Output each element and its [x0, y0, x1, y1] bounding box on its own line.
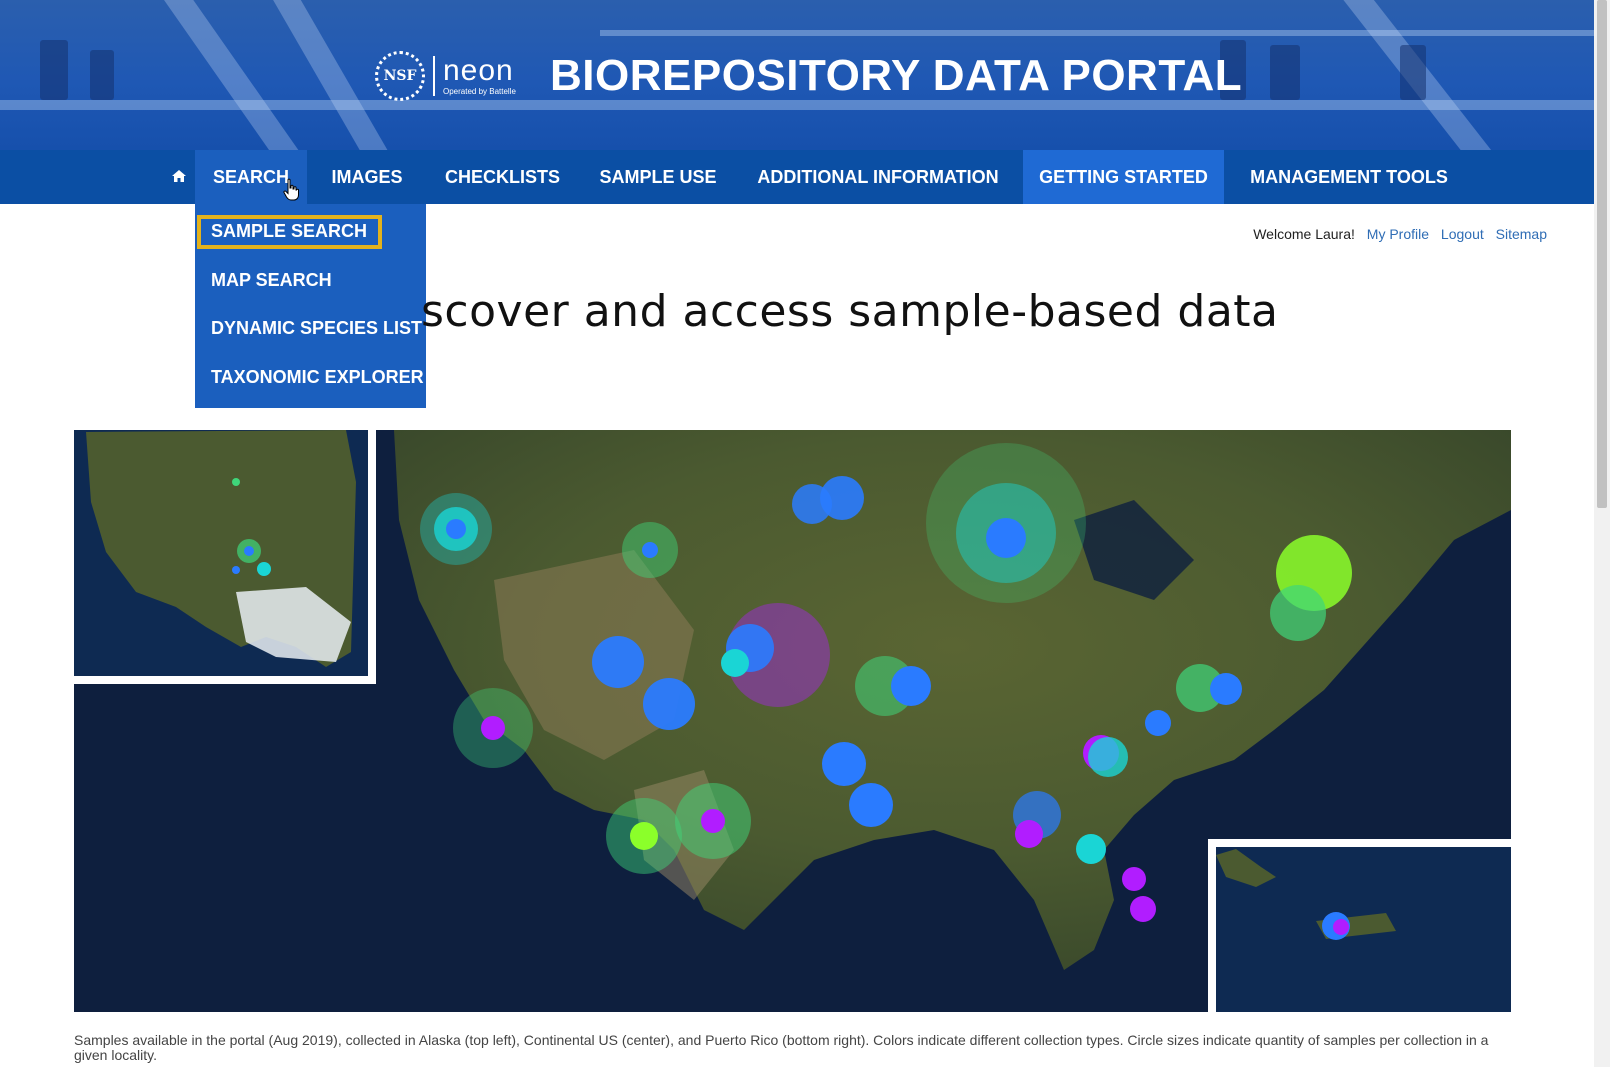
portal-title: BIOREPOSITORY DATA PORTAL [550, 51, 1243, 100]
logo-divider [433, 56, 435, 96]
banner-shelf [600, 30, 1594, 36]
neon-logo: neon Operated by Battelle [443, 56, 516, 96]
sample-marker[interactable] [1270, 535, 1352, 641]
welcome-text: Welcome Laura! [1253, 226, 1355, 242]
neon-operated-by: Operated by Battelle [443, 87, 516, 96]
neon-wordmark: neon [443, 54, 514, 87]
nsf-logo: NSF [375, 51, 425, 101]
sample-distribution-map [74, 430, 1511, 1012]
search-dropdown-menu: SAMPLE SEARCH MAP SEARCH DYNAMIC SPECIES… [195, 204, 426, 408]
nav-getting-started[interactable]: GETTING STARTED [1023, 150, 1224, 204]
sample-marker[interactable] [643, 678, 695, 730]
sample-marker[interactable] [855, 656, 931, 716]
sample-marker[interactable] [453, 688, 533, 768]
sample-marker[interactable] [1013, 791, 1061, 848]
menu-item-taxonomic-explorer[interactable]: TAXONOMIC EXPLORER [211, 367, 424, 388]
sample-marker[interactable] [849, 783, 893, 827]
nav-checklists[interactable]: CHECKLISTS [436, 150, 569, 204]
menu-item-map-search[interactable]: MAP SEARCH [211, 270, 332, 291]
sample-marker[interactable] [1145, 710, 1171, 736]
scrollbar-thumb[interactable] [1597, 0, 1607, 508]
nav-additional-information[interactable]: ADDITIONAL INFORMATION [745, 150, 1011, 204]
sample-marker[interactable] [721, 603, 830, 707]
menu-item-dynamic-species-list[interactable]: DYNAMIC SPECIES LIST [211, 318, 422, 339]
my-profile-link[interactable]: My Profile [1367, 226, 1429, 242]
sample-marker[interactable] [1083, 735, 1128, 777]
puerto-rico-inset-map [1208, 839, 1511, 1012]
map-caption: Samples available in the portal (Aug 201… [74, 1032, 1489, 1063]
sample-marker[interactable] [1130, 896, 1156, 922]
user-bar: Welcome Laura! My Profile Logout Sitemap [1253, 226, 1547, 242]
sample-marker[interactable] [622, 522, 678, 578]
header-banner: NSF neon Operated by Battelle BIOREPOSIT… [0, 0, 1594, 150]
sample-marker[interactable] [1076, 834, 1106, 864]
logout-link[interactable]: Logout [1441, 226, 1484, 242]
sample-marker[interactable] [675, 783, 751, 859]
banner-jar [40, 40, 68, 100]
nav-images[interactable]: IMAGES [320, 150, 414, 204]
page-scrollbar[interactable] [1594, 0, 1610, 1067]
home-icon[interactable] [171, 168, 187, 184]
sample-marker[interactable] [592, 636, 644, 688]
sample-marker[interactable] [926, 443, 1086, 603]
sample-marker[interactable] [792, 476, 864, 524]
nav-management-tools[interactable]: MANAGEMENT TOOLS [1238, 150, 1460, 204]
puerto-rico-landmass [1216, 849, 1396, 940]
hand-cursor-icon [283, 178, 299, 201]
sample-marker[interactable] [606, 798, 682, 874]
menu-item-sample-search[interactable]: SAMPLE SEARCH [211, 221, 367, 242]
alaska-inset-map [74, 430, 376, 684]
sitemap-link[interactable]: Sitemap [1496, 226, 1547, 242]
sample-marker[interactable] [822, 742, 866, 786]
nav-sample-use[interactable]: SAMPLE USE [591, 150, 725, 204]
alaska-landmass [86, 430, 356, 667]
banner-jar [1270, 45, 1300, 100]
main-nav: SEARCH IMAGES CHECKLISTS SAMPLE USE ADDI… [0, 150, 1594, 204]
sample-marker[interactable] [1176, 664, 1242, 712]
sample-marker[interactable] [1122, 867, 1146, 891]
banner-jar [90, 50, 114, 100]
banner-jar [1400, 45, 1426, 100]
site-logo[interactable]: NSF neon Operated by Battelle [375, 50, 516, 102]
sample-marker[interactable] [420, 493, 492, 565]
hero-heading: scover and access sample-based data [421, 286, 1279, 337]
